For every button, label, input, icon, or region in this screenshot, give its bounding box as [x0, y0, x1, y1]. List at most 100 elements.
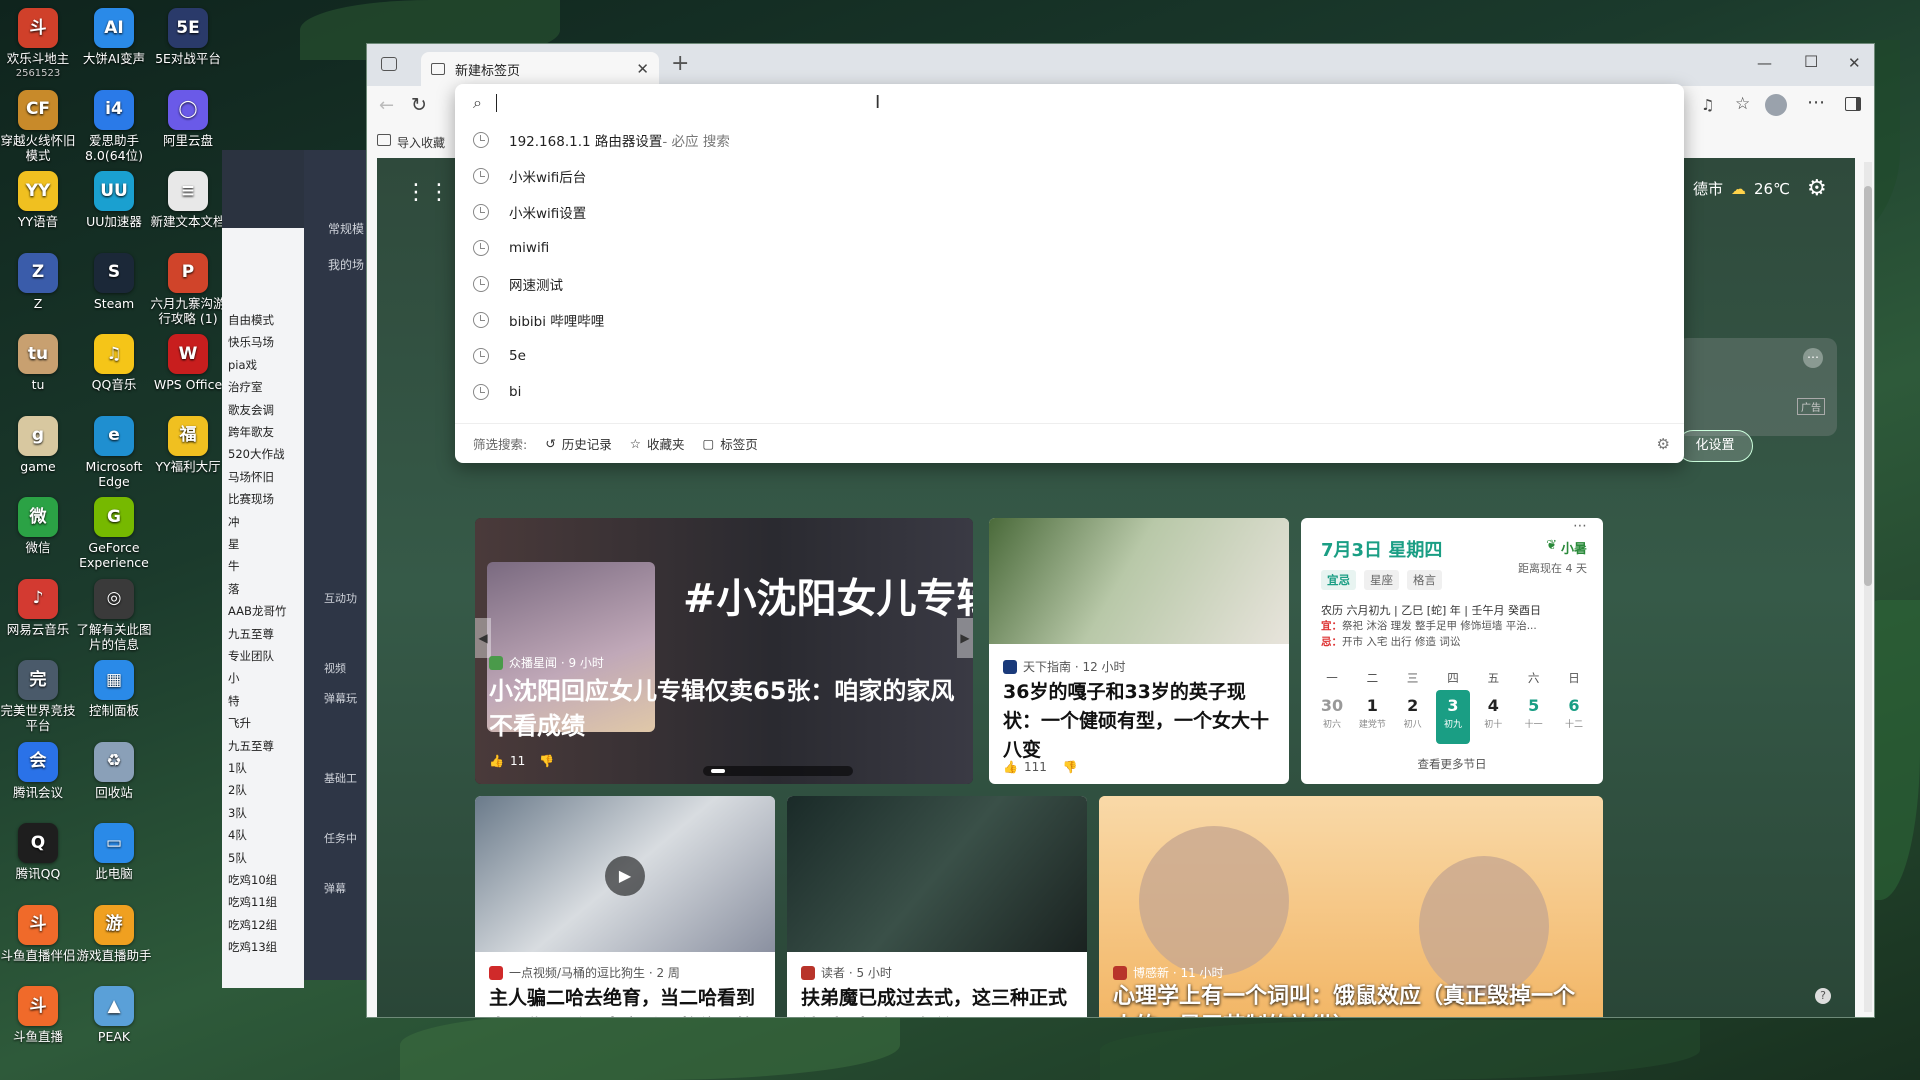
ad-more-icon[interactable]: ⋯: [1803, 348, 1823, 368]
calendar-day[interactable]: 2 初八: [1396, 690, 1430, 744]
channel-tree-item[interactable]: 吃鸡13组: [228, 939, 277, 955]
desktop-icon-ai-voice[interactable]: AI 大饼AI变声: [76, 8, 152, 66]
channel-tree-item[interactable]: 小: [228, 670, 240, 686]
card2-title[interactable]: 36岁的嘎子和33岁的英子现状：一个健硕有型，一个女大十八变: [1003, 678, 1279, 765]
suggestion-item[interactable]: 5e: [455, 338, 1684, 374]
desktop-icon-yy-welfare[interactable]: 福 YY福利大厅: [150, 415, 226, 474]
channel-tree-item[interactable]: AAB龙哥竹: [228, 603, 286, 619]
thumbs-down-icon[interactable]: 👎: [539, 754, 554, 768]
desktop-icon-folder-z[interactable]: ZZ: [0, 252, 76, 311]
minimize-button[interactable]: —: [1757, 54, 1772, 72]
filter-favorites-button[interactable]: ☆ 收藏夹: [630, 434, 685, 453]
desktop-icon-text-doc[interactable]: ≡ 新建文本文档: [150, 171, 226, 229]
card5-title[interactable]: 心理学上有一个词叫：饿鼠效应（真正毁掉一个人的，是无节制的放纵）: [1113, 982, 1593, 1017]
more-menu-icon[interactable]: ⋯: [1807, 92, 1825, 113]
channel-tree-item[interactable]: pia戏: [228, 357, 257, 373]
thumbs-down-icon[interactable]: 👎: [1063, 760, 1078, 774]
channel-tree-item[interactable]: 3队: [228, 805, 247, 821]
hero-news-card[interactable]: #小沈阳女儿专辑 ◀ ▶ 众播星闻 · 9 小时 小沈阳回应女儿专辑仅卖65张：…: [475, 518, 973, 784]
calendar-day[interactable]: 4 初十: [1476, 690, 1510, 744]
carousel-next-icon[interactable]: ▶: [957, 618, 973, 658]
desktop-icon-info-camera[interactable]: ◎ 了解有关此图片的信息: [76, 578, 152, 652]
card4-title[interactable]: 扶弟魔已成过去式，这三种正式被列入相亲黑名单: [801, 984, 1077, 1017]
maximize-button[interactable]: ☐: [1804, 52, 1818, 71]
bg-app-side-label[interactable]: 弹幕玩: [324, 690, 357, 706]
suggestion-item[interactable]: 192.168.1.1 路由器设置 - 必应 搜索: [455, 122, 1684, 158]
desktop-icon-douyu-partner[interactable]: 斗斗鱼直播伴侣: [0, 904, 76, 963]
desktop-icon-qq[interactable]: Q 腾讯QQ: [0, 823, 76, 881]
desktop-icon-recycle-bin[interactable]: ♻ 回收站: [76, 741, 152, 800]
suggestion-item[interactable]: bibibi 哔哩哔哩: [455, 302, 1684, 338]
desktop-icon-peak[interactable]: ▲ PEAK: [76, 986, 152, 1044]
bg-app-side-label[interactable]: 任务中: [324, 830, 357, 846]
channel-tree-item[interactable]: 比赛现场: [228, 491, 274, 507]
page-scrollbar[interactable]: [1864, 162, 1872, 1012]
channel-tree-item[interactable]: 马场怀旧: [228, 469, 274, 485]
thumbs-up-icon[interactable]: 👍: [489, 754, 504, 768]
new-tab-button[interactable]: +: [671, 51, 689, 76]
import-favorites-link[interactable]: 导入收藏: [397, 134, 445, 151]
tab-yiji[interactable]: 宜忌: [1321, 570, 1356, 590]
channel-tree-item[interactable]: 2队: [228, 782, 247, 798]
desktop-icon-douyu[interactable]: 斗斗鱼直播: [0, 986, 76, 1044]
carousel-prev-icon[interactable]: ◀: [475, 618, 491, 658]
address-bar[interactable]: ⌕ I: [455, 84, 1684, 122]
desktop-icon-aliyun-drive[interactable]: ◯ 阿里云盘: [150, 89, 226, 148]
desktop-icon-perfect-world[interactable]: 完完美世界竞技平台: [0, 660, 76, 733]
thumbs-up-icon[interactable]: 👍: [1003, 760, 1018, 774]
desktop-icon-game-live[interactable]: 游游戏直播助手: [76, 904, 152, 963]
channel-tree-item[interactable]: 吃鸡11组: [228, 894, 277, 910]
desktop-icon-netease-music[interactable]: ♪ 网易云音乐: [0, 578, 76, 637]
filter-history-button[interactable]: ↺ 历史记录: [545, 434, 612, 453]
desktop-icon-folder-tu[interactable]: tu tu: [0, 334, 76, 392]
channel-tree-item[interactable]: 4队: [228, 827, 247, 843]
personalize-button[interactable]: 化设置: [1677, 430, 1753, 462]
desktop-icon-tencent-meeting[interactable]: 会腾讯会议: [0, 741, 76, 800]
bg-app-side-label[interactable]: 弹幕: [324, 880, 346, 896]
suggestion-item[interactable]: 小米wifi设置: [455, 194, 1684, 230]
calendar-day-today[interactable]: 3 初九: [1435, 690, 1470, 744]
desktop-icon-edge[interactable]: e Microsoft Edge: [76, 415, 152, 489]
channel-tree-item[interactable]: 自由模式: [228, 312, 274, 328]
desktop-icon-i4[interactable]: i4 爱思助手8.0(64位): [76, 89, 152, 163]
news-card-4[interactable]: 读者 · 5 小时 扶弟魔已成过去式，这三种正式被列入相亲黑名单: [787, 796, 1087, 1017]
desktop-icon-geforce[interactable]: G GeForce Experience: [76, 497, 152, 570]
suggestion-item[interactable]: 小米wifi后台: [455, 158, 1684, 194]
calendar-day[interactable]: 30 初六: [1315, 690, 1349, 744]
desktop-icon-wechat[interactable]: 微微信: [0, 497, 76, 555]
desktop-icon-5e[interactable]: 5E 5E对战平台: [150, 8, 226, 66]
bg-app-tab[interactable]: 常规模: [328, 220, 364, 237]
channel-tree-item[interactable]: 牛: [228, 558, 240, 574]
bg-app-tab[interactable]: 我的场: [328, 256, 364, 273]
calendar-more-icon[interactable]: ⋯: [1573, 518, 1587, 534]
channel-tree-item[interactable]: 冲: [228, 514, 240, 530]
desktop-icon-doudizhu[interactable]: 斗欢乐斗地主 2561523: [0, 8, 76, 81]
channel-tree-item[interactable]: 吃鸡12组: [228, 917, 277, 933]
suggestion-item[interactable]: bi: [455, 374, 1684, 410]
bg-app-side-label[interactable]: 互动功: [324, 590, 357, 606]
close-window-button[interactable]: ✕: [1848, 54, 1861, 72]
channel-tree-item[interactable]: 九五至尊: [228, 738, 274, 754]
channel-tree-item[interactable]: 落: [228, 581, 240, 597]
play-icon[interactable]: ▶: [605, 856, 645, 896]
settings-gear-icon[interactable]: ⚙: [1807, 176, 1827, 201]
hero-title[interactable]: 小沈阳回应女儿专辑仅卖65张：咱家的家风不看成绩: [489, 674, 959, 744]
desktop-icon-qq-music[interactable]: ♫ QQ音乐: [76, 334, 152, 392]
address-input[interactable]: [499, 95, 1400, 111]
desktop-icon-ppt[interactable]: P 六月九寨沟游行攻略 (1): [150, 252, 226, 326]
bg-app-side-label[interactable]: 视频: [324, 660, 346, 676]
channel-tree-item[interactable]: 治疗室: [228, 379, 263, 395]
channel-tree-item[interactable]: 歌友会调: [228, 402, 274, 418]
channel-tree-item[interactable]: 5队: [228, 850, 247, 866]
card3-title[interactable]: 主人骗二哈去绝育，当二哈看到自己伤口后，大家千万憋住别笑: [489, 984, 765, 1017]
channel-tree-item[interactable]: 跨年歌友: [228, 424, 274, 440]
dropdown-settings-icon[interactable]: ⚙: [1657, 435, 1670, 453]
desktop-icon-control-panel[interactable]: ▦ 控制面板: [76, 660, 152, 718]
suggestion-item[interactable]: 网速测试: [455, 266, 1684, 302]
back-arrow-icon[interactable]: ←: [379, 95, 394, 116]
channel-tree-item[interactable]: 飞升: [228, 715, 251, 731]
refresh-icon[interactable]: ↻: [411, 94, 427, 116]
news-card-3[interactable]: ▶ 一点视频/马桶的逗比狗生 · 2 周 主人骗二哈去绝育，当二哈看到自己伤口后…: [475, 796, 775, 1017]
help-icon[interactable]: ?: [1815, 988, 1831, 1004]
channel-tree-item[interactable]: 九五至尊: [228, 626, 274, 642]
